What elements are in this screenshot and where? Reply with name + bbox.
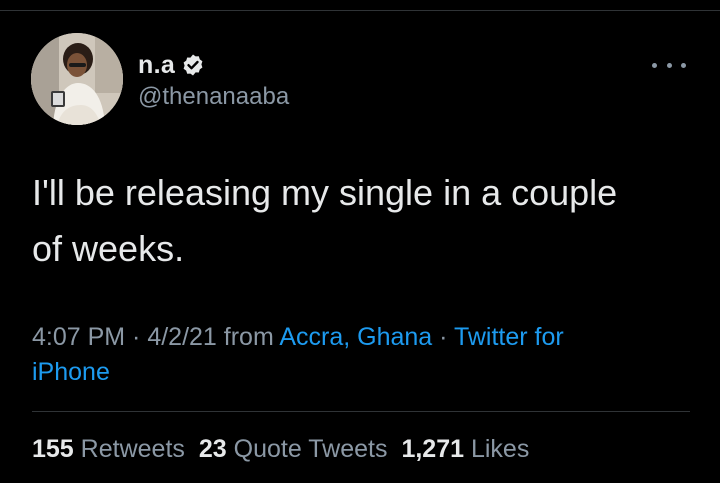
- engagement-stats: 155 Retweets 23 Quote Tweets 1,271 Likes: [32, 432, 543, 466]
- author-handle[interactable]: @thenanaaba: [138, 83, 289, 111]
- display-name[interactable]: n.a: [138, 51, 175, 80]
- meta-from: from: [216, 323, 280, 351]
- tweet-text-line: I'll be releasing my single in a couple: [32, 172, 618, 213]
- tweet-date[interactable]: 4/2/21: [147, 323, 217, 351]
- meta-separator: ·: [432, 323, 454, 351]
- more-dot: [666, 62, 672, 68]
- author-name-row[interactable]: n.a: [138, 50, 205, 80]
- likes-label: Likes: [470, 435, 530, 463]
- likes-stat[interactable]: 1,271 Likes: [401, 435, 529, 463]
- quote-tweets-count: 23: [198, 435, 227, 463]
- source-label: Twitter for: [453, 323, 564, 351]
- verified-badge-icon: [183, 54, 203, 76]
- stats-divider: [32, 411, 690, 412]
- tweet-text: I'll be releasing my single in a couple o…: [32, 165, 692, 277]
- location-link[interactable]: Accra, Ghana: [279, 323, 432, 351]
- meta-separator: ·: [125, 323, 148, 351]
- quote-tweets-stat[interactable]: 23 Quote Tweets: [199, 435, 388, 463]
- retweets-label: Retweets: [80, 435, 185, 463]
- retweets-count: 155: [32, 435, 74, 463]
- more-horizontal-icon[interactable]: [652, 55, 686, 75]
- tweet-meta: 4:07 PM · 4/2/21 from Accra, Ghana · Twi…: [32, 320, 692, 390]
- retweets-stat[interactable]: 155 Retweets: [32, 435, 185, 463]
- avatar-photo: [31, 33, 123, 125]
- tweet-time[interactable]: 4:07 PM: [32, 323, 125, 351]
- tweet-text-line: of weeks.: [32, 228, 185, 269]
- quote-tweets-label: Quote Tweets: [233, 435, 388, 463]
- likes-count: 1,271: [401, 435, 465, 463]
- more-dot: [652, 62, 657, 68]
- more-dot: [681, 62, 686, 68]
- top-divider: [0, 10, 720, 11]
- avatar[interactable]: [31, 33, 123, 125]
- source-label: iPhone: [32, 358, 110, 386]
